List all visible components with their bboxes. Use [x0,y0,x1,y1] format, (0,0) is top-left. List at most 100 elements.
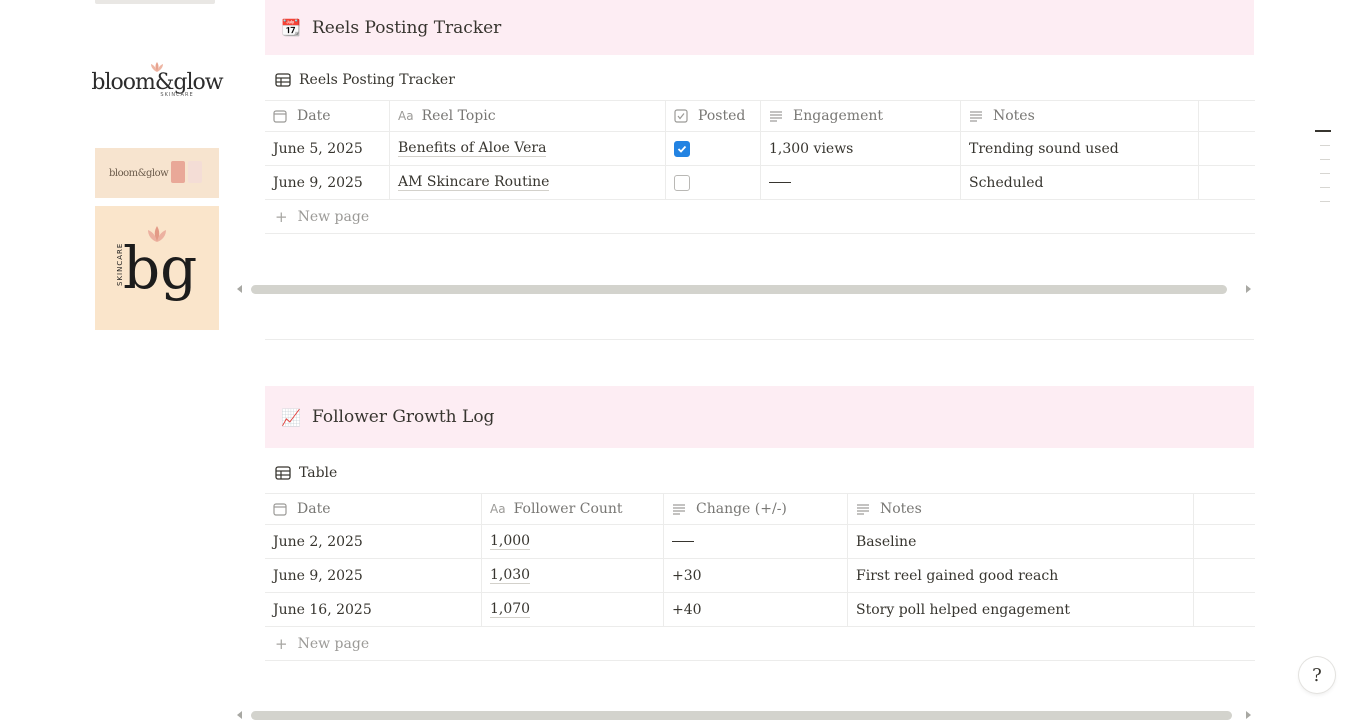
engagement-cell[interactable]: 1,300 views [761,132,961,165]
help-button[interactable]: ? [1299,657,1335,693]
date-cell[interactable]: June 9, 2025 [265,559,482,592]
outline-item[interactable] [1320,159,1330,160]
follower-count-cell[interactable]: 1,000 [482,525,664,558]
outline-item[interactable] [1320,187,1330,188]
column-header-label: Change (+/-) [696,501,787,517]
page-link[interactable]: 1,000 [490,533,531,550]
scrollbar-thumb[interactable] [251,711,1232,720]
column-header-change[interactable]: Change (+/-) [664,494,848,524]
follower-count-cell[interactable]: 1,070 [482,593,664,626]
outline-item[interactable] [1320,201,1330,202]
empty-value-dash [672,541,694,542]
date-cell[interactable]: June 9, 2025 [265,166,390,199]
column-header-date[interactable]: Date [265,494,482,524]
follower-section-title: Follower Growth Log [312,407,495,427]
new-page-button[interactable]: + New page [265,627,1255,661]
outline-item[interactable] [1320,173,1330,174]
change-cell[interactable] [664,525,848,558]
date-cell[interactable]: June 2, 2025 [265,525,482,558]
table-header-row: Date Aa Reel Topic Posted Engagement Not… [265,100,1255,132]
posted-checkbox[interactable] [674,140,690,157]
column-header-label: Engagement [793,108,883,124]
lines-property-icon [857,504,869,515]
column-header-engagement[interactable]: Engagement [761,101,961,131]
page-outline[interactable] [1315,130,1331,215]
banner-wordmark: bloom&glow [109,167,169,179]
table-row[interactable]: June 9, 2025 AM Skincare Routine Schedul… [265,166,1255,200]
follower-db-title[interactable]: Table [275,464,337,482]
empty-cell [1194,559,1255,592]
column-header-label: Notes [993,108,1035,124]
table-row[interactable]: June 5, 2025 Benefits of Aloe Vera 1,300… [265,132,1255,166]
scrollbar-thumb[interactable] [251,285,1227,294]
reels-db-title-label: Reels Posting Tracker [299,72,455,88]
reel-topic-cell[interactable]: AM Skincare Routine [390,166,666,199]
outline-item[interactable] [1320,145,1330,146]
follower-count-cell[interactable]: 1,030 [482,559,664,592]
scroll-left-arrow-icon[interactable] [237,711,242,719]
banner-image[interactable]: bloom&glow [95,148,219,198]
column-header-notes[interactable]: Notes [848,494,1194,524]
column-header-add[interactable] [1199,101,1255,131]
posted-checkbox[interactable] [674,174,690,191]
table-row[interactable]: June 9, 2025 1,030 +30 First reel gained… [265,559,1255,593]
page-link[interactable]: AM Skincare Routine [398,174,550,191]
column-header-label: Posted [698,108,746,124]
scroll-right-arrow-icon[interactable] [1246,285,1251,293]
table-row[interactable]: June 2, 2025 1,000 Baseline [265,525,1255,559]
reels-section-title: Reels Posting Tracker [312,17,502,38]
column-header-label: Follower Count [513,501,623,517]
text-property-icon: Aa [398,109,414,123]
plus-icon: + [275,207,288,226]
bg-monogram-image[interactable]: bg SKINCARE [95,206,219,330]
column-header-notes[interactable]: Notes [961,101,1199,131]
empty-value-dash [769,182,791,183]
column-header-reel-topic[interactable]: Aa Reel Topic [390,101,666,131]
notes-cell[interactable]: Scheduled [961,166,1199,199]
date-cell[interactable]: June 5, 2025 [265,132,390,165]
logo-subtext: SKINCARE [160,92,194,98]
notes-cell[interactable]: Trending sound used [961,132,1199,165]
reel-topic-cell[interactable]: Benefits of Aloe Vera [390,132,666,165]
column-header-follower-count[interactable]: Aa Follower Count [482,494,664,524]
monogram-graphic: bg SKINCARE [116,226,197,302]
reels-db-title[interactable]: Reels Posting Tracker [275,71,455,89]
notes-cell[interactable]: Story poll helped engagement [848,593,1194,626]
posted-cell [666,166,761,199]
page-link[interactable]: 1,070 [490,601,531,618]
column-header-add[interactable] [1194,494,1255,524]
section-divider [265,339,1254,340]
column-header-date[interactable]: Date [265,101,390,131]
change-cell[interactable]: +40 [664,593,848,626]
date-cell[interactable]: June 16, 2025 [265,593,482,626]
follower-horizontal-scrollbar[interactable] [237,710,1251,720]
column-header-posted[interactable]: Posted [666,101,761,131]
column-header-label: Reel Topic [421,108,496,124]
notes-cell[interactable]: First reel gained good reach [848,559,1194,592]
tile-letters-text: bg [123,234,197,302]
bloom-glow-logo-image[interactable]: bloom&glow SKINCARE [91,52,224,108]
page-link[interactable]: Benefits of Aloe Vera [398,140,547,157]
empty-cell [1199,132,1255,165]
calendar-property-icon [273,110,287,123]
logo-wordmark: bloom&glow [91,70,223,95]
table-row[interactable]: June 16, 2025 1,070 +40 Story poll helpe… [265,593,1255,627]
new-page-button[interactable]: + New page [265,200,1255,234]
scroll-right-arrow-icon[interactable] [1246,711,1251,719]
plus-icon: + [275,634,288,653]
notes-cell[interactable]: Baseline [848,525,1194,558]
reels-horizontal-scrollbar[interactable] [237,284,1251,294]
calendar-icon: 📆 [281,18,301,37]
lines-property-icon [673,504,685,515]
new-page-label: New page [297,208,370,225]
posted-cell [666,132,761,165]
column-header-label: Date [297,108,331,124]
change-cell[interactable]: +30 [664,559,848,592]
empty-cell [1199,166,1255,199]
engagement-cell[interactable] [761,166,961,199]
outline-item[interactable] [1315,130,1331,132]
page-link[interactable]: 1,030 [490,567,531,584]
lines-property-icon [770,111,782,122]
scroll-left-arrow-icon[interactable] [237,285,242,293]
column-header-label: Notes [880,501,922,517]
